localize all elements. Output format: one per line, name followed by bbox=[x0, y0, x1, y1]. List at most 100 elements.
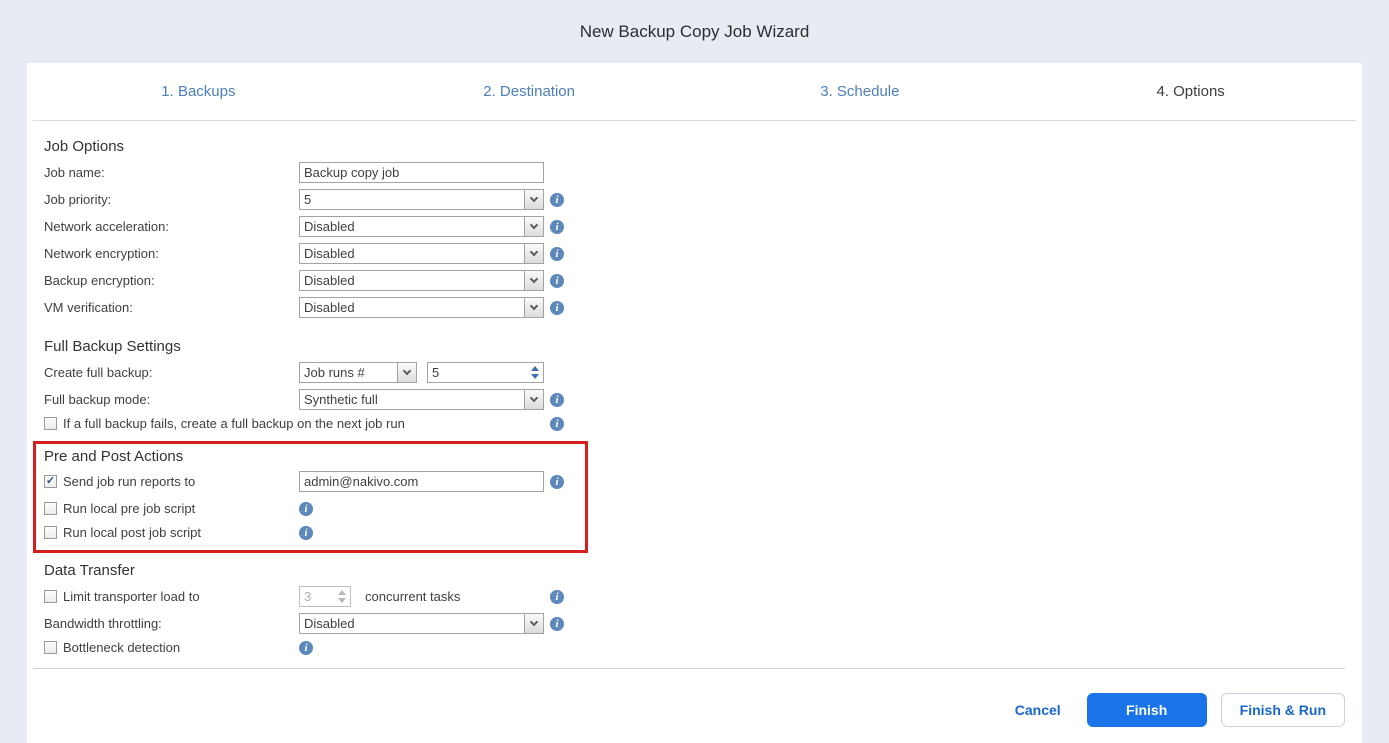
concurrent-tasks-suffix: concurrent tasks bbox=[365, 589, 461, 604]
tab-options[interactable]: 4. Options bbox=[1025, 63, 1356, 120]
pre-post-actions-highlight: Pre and Post Actions Send job run report… bbox=[33, 441, 588, 553]
job-priority-value: 5 bbox=[304, 192, 312, 207]
pre-script-label: Run local pre job script bbox=[63, 501, 196, 516]
bottleneck-detection-row: Bottleneck detection bbox=[44, 640, 1345, 655]
data-transfer-heading: Data Transfer bbox=[44, 562, 135, 579]
backup-encryption-select[interactable]: Disabled bbox=[299, 270, 544, 291]
arrow-up-icon bbox=[338, 590, 346, 595]
concurrent-tasks-value: 3 bbox=[304, 589, 312, 604]
bandwidth-throttling-select[interactable]: Disabled bbox=[299, 613, 544, 634]
post-script-checkbox[interactable] bbox=[44, 526, 57, 539]
job-priority-label: Job priority: bbox=[44, 192, 112, 207]
create-full-backup-mode-select[interactable]: Job runs # bbox=[299, 362, 417, 383]
up-down-arrow-icons bbox=[334, 587, 350, 606]
backup-encryption-value: Disabled bbox=[304, 273, 355, 288]
job-priority-select[interactable]: 5 bbox=[299, 189, 544, 210]
job-priority-row: Job priority: 5 bbox=[44, 189, 1345, 210]
network-acceleration-select[interactable]: Disabled bbox=[299, 216, 544, 237]
bandwidth-throttling-row: Bandwidth throttling: Disabled bbox=[44, 613, 1345, 634]
bottleneck-detection-label: Bottleneck detection bbox=[63, 640, 181, 655]
full-backup-mode-row: Full backup mode: Synthetic full bbox=[44, 389, 1345, 410]
full-backup-retry-checkbox[interactable] bbox=[44, 417, 57, 430]
pre-script-row: Run local pre job script bbox=[44, 501, 585, 516]
limit-transporter-checkbox[interactable] bbox=[44, 590, 57, 603]
full-backup-mode-value: Synthetic full bbox=[304, 392, 378, 407]
info-icon[interactable] bbox=[550, 300, 564, 315]
info-icon[interactable] bbox=[299, 501, 313, 516]
chevron-down-icon bbox=[524, 217, 543, 236]
info-icon[interactable] bbox=[550, 589, 564, 604]
bottleneck-detection-checkbox[interactable] bbox=[44, 641, 57, 654]
chevron-down-icon bbox=[524, 298, 543, 317]
full-backup-settings-heading: Full Backup Settings bbox=[44, 338, 181, 355]
info-icon[interactable] bbox=[299, 640, 313, 655]
full-backup-count-value: 5 bbox=[432, 365, 440, 380]
info-icon[interactable] bbox=[299, 525, 313, 540]
info-icon[interactable] bbox=[550, 416, 564, 431]
full-backup-count-spinner[interactable]: 5 bbox=[427, 362, 544, 383]
vm-verification-label: VM verification: bbox=[44, 300, 133, 315]
post-script-label: Run local post job script bbox=[63, 525, 202, 540]
backup-encryption-label: Backup encryption: bbox=[44, 273, 155, 288]
info-icon[interactable] bbox=[550, 246, 564, 261]
chevron-down-icon bbox=[524, 190, 543, 209]
tab-schedule[interactable]: 3. Schedule bbox=[695, 63, 1026, 120]
pre-script-checkbox[interactable] bbox=[44, 502, 57, 515]
up-down-arrow-icons[interactable] bbox=[527, 363, 543, 382]
full-backup-mode-select[interactable]: Synthetic full bbox=[299, 389, 544, 410]
create-full-backup-label: Create full backup: bbox=[44, 365, 153, 380]
backup-encryption-row: Backup encryption: Disabled bbox=[44, 270, 1345, 291]
vm-verification-value: Disabled bbox=[304, 300, 355, 315]
arrow-down-icon[interactable] bbox=[531, 374, 539, 379]
limit-transporter-row: Limit transporter load to 3 concurrent t… bbox=[44, 586, 1345, 607]
network-encryption-row: Network encryption: Disabled bbox=[44, 243, 1345, 264]
network-acceleration-value: Disabled bbox=[304, 219, 355, 234]
report-email-input[interactable] bbox=[299, 471, 544, 492]
wizard-steps: 1. Backups 2. Destination 3. Schedule 4.… bbox=[33, 63, 1356, 121]
network-encryption-value: Disabled bbox=[304, 246, 355, 261]
full-backup-mode-label: Full backup mode: bbox=[44, 392, 151, 407]
info-icon[interactable] bbox=[550, 392, 564, 407]
concurrent-tasks-spinner: 3 bbox=[299, 586, 351, 607]
tab-backups[interactable]: 1. Backups bbox=[33, 63, 364, 120]
network-encryption-select[interactable]: Disabled bbox=[299, 243, 544, 264]
tab-destination[interactable]: 2. Destination bbox=[364, 63, 695, 120]
finish-button[interactable]: Finish bbox=[1086, 693, 1207, 727]
full-backup-retry-label: If a full backup fails, create a full ba… bbox=[63, 416, 405, 431]
info-icon[interactable] bbox=[550, 192, 564, 207]
chevron-down-icon bbox=[524, 244, 543, 263]
info-icon[interactable] bbox=[550, 273, 564, 288]
network-acceleration-label: Network acceleration: bbox=[44, 219, 169, 234]
chevron-down-icon bbox=[524, 614, 543, 633]
chevron-down-icon bbox=[524, 271, 543, 290]
page-title: New Backup Copy Job Wizard bbox=[579, 21, 810, 41]
job-options-heading: Job Options bbox=[44, 138, 125, 155]
post-script-row: Run local post job script bbox=[44, 525, 585, 540]
full-backup-retry-row: If a full backup fails, create a full ba… bbox=[44, 416, 1345, 431]
info-icon[interactable] bbox=[550, 474, 564, 489]
info-icon[interactable] bbox=[550, 219, 564, 234]
info-icon[interactable] bbox=[550, 616, 564, 631]
create-full-backup-row: Create full backup: Job runs # 5 bbox=[44, 362, 1345, 383]
arrow-up-icon[interactable] bbox=[531, 366, 539, 371]
job-name-row: Job name: bbox=[44, 162, 1345, 183]
send-reports-checkbox[interactable] bbox=[44, 475, 57, 488]
options-form: Job Options Job name: Job priority: 5 Ne… bbox=[27, 138, 1362, 727]
create-full-backup-mode-value: Job runs # bbox=[304, 365, 365, 380]
network-acceleration-row: Network acceleration: Disabled bbox=[44, 216, 1345, 237]
limit-transporter-label: Limit transporter load to bbox=[63, 589, 200, 604]
wizard-card: 1. Backups 2. Destination 3. Schedule 4.… bbox=[27, 63, 1362, 743]
chevron-down-icon bbox=[524, 390, 543, 409]
vm-verification-select[interactable]: Disabled bbox=[299, 297, 544, 318]
bandwidth-throttling-label: Bandwidth throttling: bbox=[44, 616, 162, 631]
job-name-input[interactable] bbox=[299, 162, 544, 183]
chevron-down-icon bbox=[397, 363, 416, 382]
bandwidth-throttling-value: Disabled bbox=[304, 616, 355, 631]
pre-post-actions-heading: Pre and Post Actions bbox=[44, 448, 184, 465]
arrow-down-icon bbox=[338, 598, 346, 603]
vm-verification-row: VM verification: Disabled bbox=[44, 297, 1345, 318]
finish-and-run-button[interactable]: Finish & Run bbox=[1220, 693, 1345, 727]
footer: Cancel Finish Finish & Run bbox=[44, 669, 1345, 727]
send-reports-label: Send job run reports to bbox=[63, 474, 196, 489]
cancel-button[interactable]: Cancel bbox=[1015, 702, 1061, 718]
